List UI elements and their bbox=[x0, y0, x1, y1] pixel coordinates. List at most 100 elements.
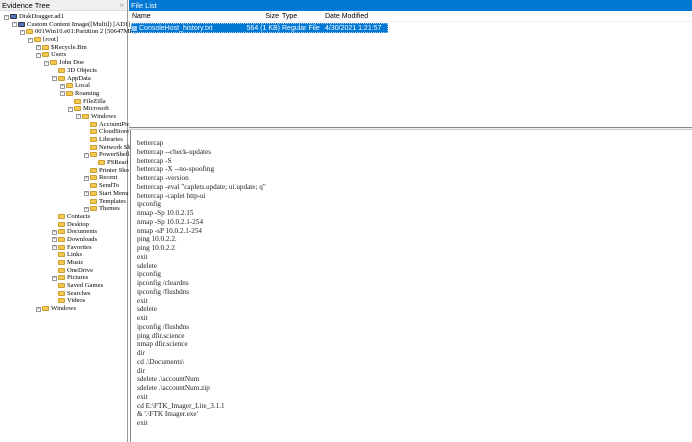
tree-item[interactable]: + Documents bbox=[0, 228, 127, 236]
tree-item[interactable]: Desktop bbox=[0, 221, 127, 229]
tree-item[interactable]: SendTo bbox=[0, 182, 127, 190]
text-line: bettercap --check-updates bbox=[137, 147, 212, 156]
tree-item[interactable]: Videos bbox=[0, 297, 127, 305]
text-line: cd E:\FTK_Imager_Lite_3.1.1 bbox=[137, 401, 225, 410]
evidence-tree-title: Evidence Tree × bbox=[0, 0, 127, 11]
folder-icon bbox=[74, 106, 81, 112]
tree-item[interactable]: Searches bbox=[0, 290, 127, 298]
tree-item[interactable]: + Favorites bbox=[0, 244, 127, 252]
folder-icon bbox=[58, 298, 65, 304]
folder-icon bbox=[50, 60, 57, 66]
tree-item-label: Local bbox=[75, 82, 91, 90]
tree-item[interactable]: - Custom Content Image([Multi]) [AD1] bbox=[0, 21, 130, 29]
collapse-icon[interactable]: - bbox=[60, 91, 65, 97]
expand-icon[interactable]: + bbox=[52, 237, 57, 243]
tree-item-label: $Recycle.Bin bbox=[51, 43, 87, 51]
expand-icon[interactable]: + bbox=[84, 206, 89, 212]
collapse-icon[interactable]: - bbox=[68, 106, 73, 112]
tree-item[interactable]: - Users bbox=[0, 51, 127, 59]
text-line: ipconfig /flushdns bbox=[137, 322, 190, 331]
column-header-date[interactable]: Date Modified bbox=[325, 11, 368, 22]
tree-item[interactable]: Saved Games bbox=[0, 282, 127, 290]
expand-icon[interactable]: + bbox=[84, 175, 89, 181]
tree-item-label: PSRead bbox=[107, 159, 128, 167]
tree-item[interactable]: + Local bbox=[0, 82, 127, 90]
tree-item-label: Network Sh bbox=[99, 143, 131, 151]
expand-icon[interactable]: + bbox=[60, 83, 65, 89]
tree-item[interactable]: - Microsoft bbox=[0, 105, 127, 113]
column-header-name[interactable]: Name bbox=[132, 11, 151, 22]
tree-item[interactable]: PSRead bbox=[0, 159, 128, 167]
text-line: ipconfig /cleardns bbox=[137, 279, 189, 287]
column-header-size[interactable]: Size bbox=[259, 11, 279, 22]
tree-item[interactable]: AccountPic bbox=[0, 121, 130, 129]
expand-icon[interactable]: + bbox=[84, 191, 89, 197]
expand-icon[interactable]: + bbox=[36, 45, 41, 51]
tree-item[interactable]: Libraries bbox=[0, 136, 127, 144]
tree-item-label: Videos bbox=[67, 297, 86, 305]
collapse-icon[interactable]: - bbox=[52, 76, 57, 81]
folder-icon bbox=[42, 306, 49, 312]
tree-item[interactable]: - PowerShell bbox=[0, 151, 129, 159]
tree-item[interactable]: - Roaming bbox=[0, 90, 127, 98]
tree-item[interactable]: Network Sh bbox=[0, 144, 131, 152]
tree-item[interactable]: - Windows bbox=[0, 113, 127, 121]
tree-item[interactable]: + $Recycle.Bin bbox=[0, 44, 127, 52]
collapse-icon[interactable]: - bbox=[12, 22, 17, 28]
tree-item[interactable]: Contacts bbox=[0, 213, 127, 221]
tree-item-label: Recent bbox=[99, 174, 118, 182]
tree-item[interactable]: Music bbox=[0, 259, 127, 267]
tree-item[interactable]: + Themes bbox=[0, 205, 127, 213]
folder-icon bbox=[58, 229, 65, 235]
expand-icon[interactable]: + bbox=[52, 229, 57, 235]
file-icon bbox=[132, 26, 137, 31]
folder-icon bbox=[98, 160, 105, 166]
tree-item[interactable]: - [root] bbox=[0, 36, 127, 44]
collapse-icon[interactable]: - bbox=[28, 37, 33, 43]
text-line: nmap dfir.science bbox=[137, 340, 188, 349]
tree-item[interactable]: - John Doe bbox=[0, 59, 127, 67]
text-viewer[interactable]: bettercap bettercap --check-updates better… bbox=[130, 130, 692, 442]
tree-item[interactable]: Links bbox=[0, 251, 127, 259]
collapse-icon[interactable]: - bbox=[76, 114, 81, 120]
tree-item[interactable]: - DiskDragger.ad1 bbox=[0, 13, 127, 21]
collapse-icon[interactable]: - bbox=[44, 60, 49, 66]
tree-item[interactable]: Printer Sho bbox=[0, 166, 129, 175]
folder-icon bbox=[90, 175, 97, 181]
tree-item[interactable]: CloudStore bbox=[0, 128, 129, 136]
close-icon[interactable]: × bbox=[119, 0, 124, 11]
tree-item[interactable]: + Start Menu bbox=[0, 190, 129, 198]
evidence-tree[interactable]: - DiskDragger.ad1- Custom Content Image([M… bbox=[0, 13, 136, 313]
folder-icon bbox=[58, 290, 65, 296]
column-header-type[interactable]: Type bbox=[282, 11, 297, 22]
tree-item-label: Printer Sho bbox=[99, 166, 129, 174]
expand-icon[interactable]: + bbox=[52, 245, 57, 251]
collapse-icon[interactable]: - bbox=[20, 29, 25, 35]
tree-item-label: Searches bbox=[67, 289, 91, 297]
expand-icon[interactable]: + bbox=[52, 275, 57, 281]
text-line: bettercap bbox=[137, 139, 164, 147]
collapse-icon[interactable]: - bbox=[36, 52, 41, 58]
tree-item[interactable]: FileZilla bbox=[0, 98, 127, 106]
tree-item[interactable]: - AppData bbox=[0, 75, 127, 83]
text-line: exit bbox=[137, 296, 148, 305]
expand-icon[interactable]: + bbox=[36, 306, 41, 312]
collapse-icon[interactable]: - bbox=[4, 14, 9, 20]
tree-item[interactable]: - 001Win10.e01:Partition 2 [50647MB] bbox=[0, 28, 136, 36]
text-line: & '.\FTK Imager.exe' bbox=[137, 410, 198, 419]
folder-icon bbox=[82, 113, 89, 119]
tree-item[interactable]: + Pictures bbox=[0, 274, 127, 282]
evidence-icon bbox=[10, 14, 17, 19]
text-line: exit bbox=[137, 252, 148, 261]
tree-item-label: [root] bbox=[43, 36, 59, 44]
tree-item[interactable]: + Recent bbox=[0, 174, 127, 182]
tree-item[interactable]: 3D Objects bbox=[0, 67, 127, 75]
file-row[interactable]: ConsoleHost_history.txt 564 (1 KB) Regul… bbox=[131, 23, 388, 42]
tree-item[interactable]: OneDrive bbox=[0, 267, 127, 275]
tree-item-label: Downloads bbox=[67, 235, 98, 243]
text-line: exit bbox=[137, 314, 148, 322]
tree-item[interactable]: Templates bbox=[0, 198, 127, 206]
tree-item[interactable]: + Downloads bbox=[0, 236, 127, 244]
collapse-icon[interactable]: - bbox=[84, 152, 89, 158]
tree-item[interactable]: + Windows bbox=[0, 305, 127, 313]
